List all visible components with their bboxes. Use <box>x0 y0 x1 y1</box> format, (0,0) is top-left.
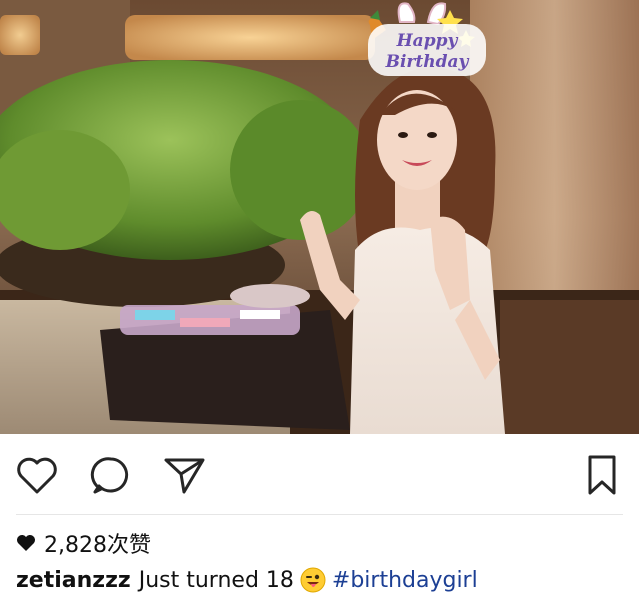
caption-username[interactable]: zetianzzz <box>16 568 131 593</box>
save-button[interactable] <box>578 451 626 499</box>
heart-outline-icon <box>17 457 57 494</box>
comment-button[interactable] <box>87 451 135 499</box>
divider <box>16 514 623 515</box>
like-button[interactable] <box>13 451 61 499</box>
likes-count: 2,828次赞 <box>44 533 151 558</box>
instagram-post: Happy Birthday 2,828次赞 zetianzzz Just tu… <box>0 0 639 596</box>
birthday-photo-illustration: Happy Birthday <box>0 0 639 434</box>
post-photo[interactable]: Happy Birthday <box>0 0 639 434</box>
crown-text-line-1: Happy <box>396 31 459 51</box>
crown-text-line-2: Birthday <box>385 52 470 72</box>
heart-filled-icon <box>17 535 35 551</box>
winking-tongue-emoji-icon <box>300 567 326 593</box>
caption-hashtag[interactable]: #birthdaygirl <box>332 568 478 593</box>
share-button[interactable] <box>160 451 208 499</box>
comment-bubble-icon <box>90 457 129 494</box>
action-bar <box>0 434 639 514</box>
likes-row[interactable]: 2,828次赞 <box>16 528 151 558</box>
caption: zetianzzz Just turned 18 #birthdaygirl <box>16 563 478 597</box>
paper-plane-icon <box>164 458 205 494</box>
bookmark-icon <box>588 455 616 495</box>
caption-text: Just turned 18 <box>138 567 294 593</box>
